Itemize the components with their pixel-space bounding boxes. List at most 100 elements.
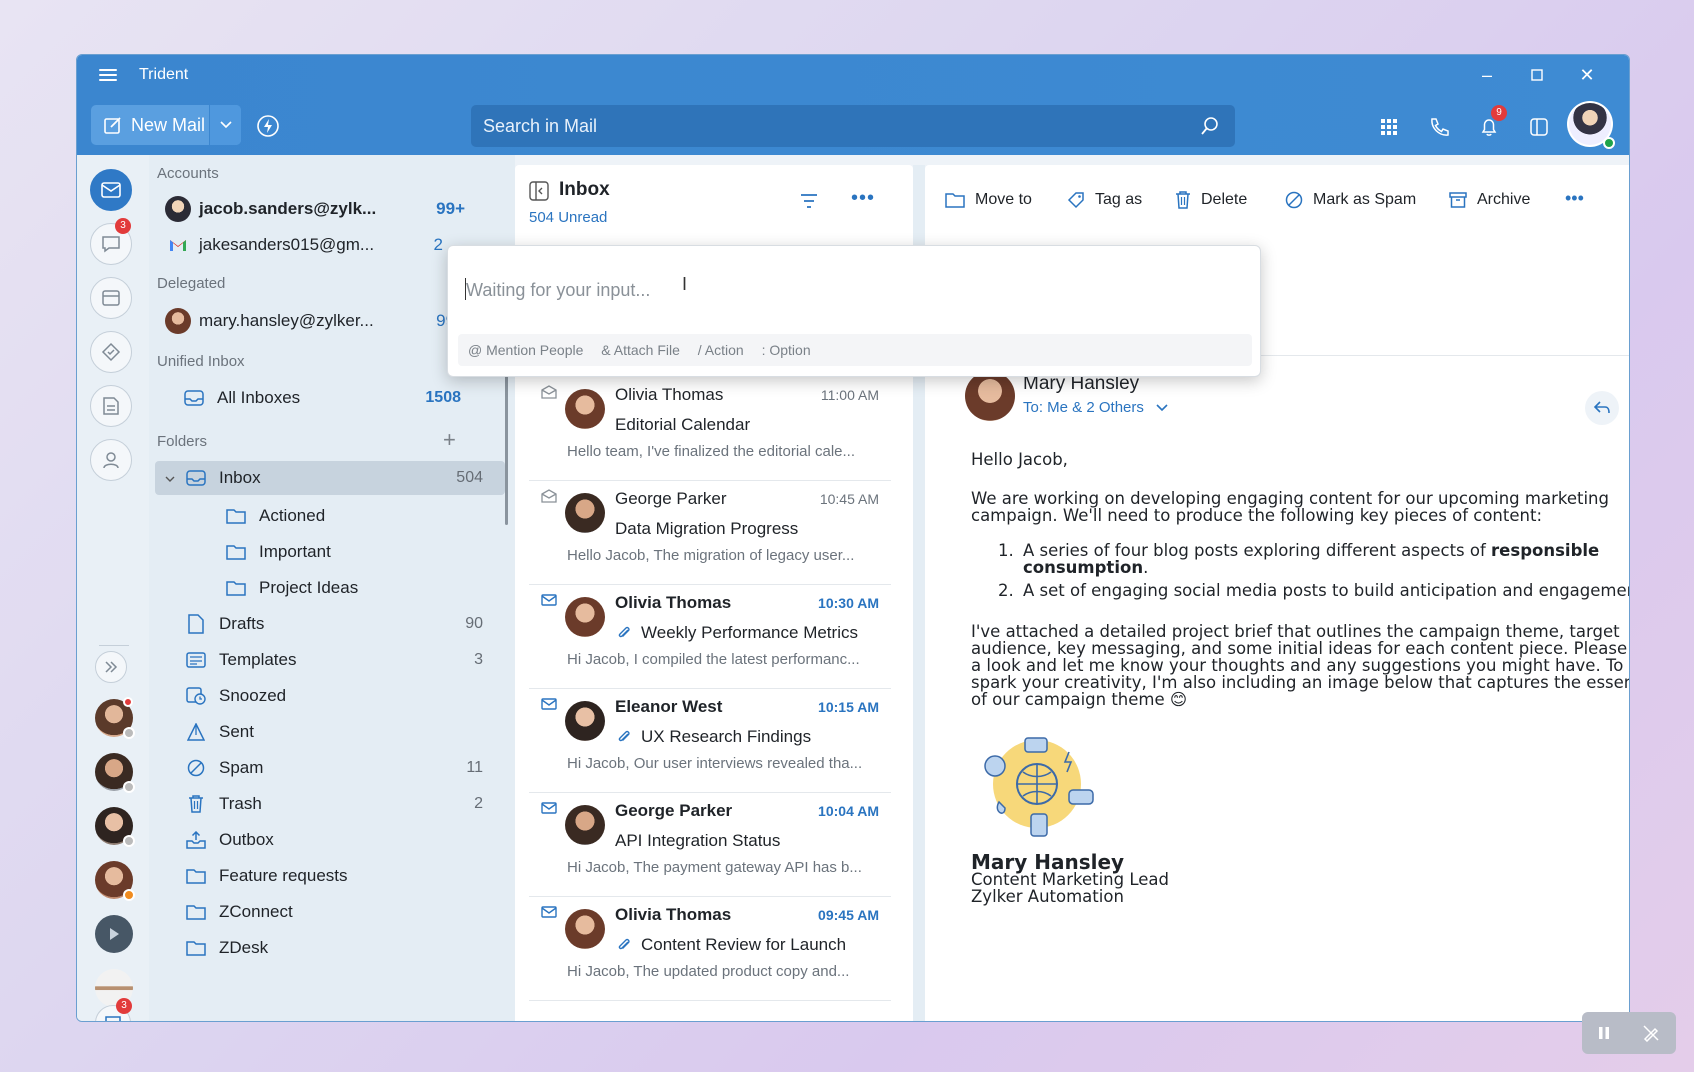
recipients[interactable]: To: Me & 2 Others <box>1023 399 1168 416</box>
folder-label: Inbox <box>219 468 261 487</box>
command-input[interactable]: Waiting for your input... <box>466 280 650 301</box>
tag-as-button[interactable]: Tag as <box>1067 191 1142 209</box>
mail-item[interactable]: George Parker 10:04 AM API Integration S… <box>529 793 891 897</box>
mail-item[interactable]: George Parker 10:45 AM Data Migration Pr… <box>529 481 891 585</box>
more-actions-icon[interactable]: ••• <box>1565 189 1584 207</box>
mail-subject-row: Content Review for Launch <box>615 935 846 955</box>
calendar-app-button[interactable] <box>90 277 132 319</box>
maximize-icon[interactable] <box>1517 63 1557 87</box>
pause-icon[interactable] <box>1598 1026 1610 1040</box>
folder-count: 1508 <box>425 389 461 406</box>
sender-avatar <box>565 597 605 637</box>
hint-attach[interactable]: & Attach File <box>601 342 680 358</box>
mail-item[interactable]: Olivia Thomas 11:00 AM Editorial Calenda… <box>529 377 891 481</box>
more-options-icon[interactable]: ••• <box>851 188 875 208</box>
unread-count[interactable]: 504 Unread <box>529 209 607 226</box>
folder-important[interactable]: Important <box>225 535 505 569</box>
hint-action[interactable]: / Action <box>698 342 744 358</box>
search-icon[interactable] <box>1199 115 1221 137</box>
notes-app-button[interactable] <box>90 385 132 427</box>
mail-item[interactable]: Olivia Thomas 10:30 AM Weekly Performanc… <box>529 585 891 689</box>
bell-icon[interactable]: 9 <box>1475 105 1507 141</box>
lightning-icon <box>257 115 279 137</box>
mail-subject: UX Research Findings <box>641 727 812 746</box>
collapse-panel-icon[interactable] <box>529 181 549 206</box>
contact-avatar[interactable] <box>95 697 135 739</box>
folder-spam[interactable]: Spam 11 <box>185 751 505 785</box>
delete-button[interactable]: Delete <box>1175 191 1247 209</box>
archive-icon <box>1449 192 1467 208</box>
feedback-badge: 3 <box>116 998 132 1014</box>
search-input[interactable]: Search in Mail <box>471 105 1235 147</box>
minimize-icon[interactable]: – <box>1467 63 1507 87</box>
delegated-account-item[interactable]: mary.hansley@zylker... 99+ <box>165 305 465 337</box>
new-mail-button[interactable]: New Mail <box>91 105 241 145</box>
contact-avatar[interactable] <box>95 915 133 953</box>
mail-item[interactable]: Eleanor West 10:15 AM UX Research Findin… <box>529 689 891 793</box>
mail-item[interactable]: Olivia Thomas 09:45 AM Content Review fo… <box>529 897 891 1001</box>
folder-label: Feature requests <box>219 866 348 885</box>
hint-option[interactable]: : Option <box>762 342 811 358</box>
contact-avatar[interactable] <box>95 753 135 793</box>
signature-company: Zylker Automation <box>971 887 1124 906</box>
contact-avatar[interactable] <box>95 807 135 847</box>
chevron-down-icon[interactable] <box>165 469 175 489</box>
mark-as-spam-button[interactable]: Mark as Spam <box>1285 191 1416 209</box>
panel-toggle-icon[interactable] <box>1525 113 1553 141</box>
mail-subject: Weekly Performance Metrics <box>641 623 858 642</box>
all-inboxes-item[interactable]: All Inboxes 1508 <box>183 381 483 415</box>
signature-title: Content Marketing Lead <box>971 870 1169 889</box>
folder-drafts[interactable]: Drafts 90 <box>185 607 505 641</box>
folder-inbox[interactable]: Inbox 504 <box>155 461 505 495</box>
command-input-popup[interactable]: Waiting for your input... I @ Mention Pe… <box>447 245 1261 377</box>
close-icon[interactable]: ✕ <box>1567 63 1607 87</box>
account-count: 99+ <box>436 199 465 218</box>
move-to-button[interactable]: Move to <box>945 191 1032 209</box>
tasks-app-button[interactable] <box>90 331 132 373</box>
folder-actioned[interactable]: Actioned <box>225 499 505 533</box>
search-placeholder: Search in Mail <box>483 116 598 136</box>
chat-app-button[interactable]: 3 <box>90 218 132 265</box>
spam-icon <box>1285 191 1303 209</box>
account-item[interactable]: jakesanders015@gm... 2 <box>165 229 465 261</box>
mark-as-spam-label: Mark as Spam <box>1313 191 1417 208</box>
folder-trash[interactable]: Trash 2 <box>185 787 505 821</box>
mail-snippet: Hello Jacob, The migration of legacy use… <box>567 547 855 564</box>
quick-action-button[interactable] <box>255 113 281 139</box>
delegated-label: Delegated <box>157 275 226 292</box>
reply-button[interactable] <box>1585 391 1619 425</box>
archive-button[interactable]: Archive <box>1449 191 1530 209</box>
folder-feature-requests[interactable]: Feature requests <box>185 859 505 893</box>
chat-icon <box>102 236 120 253</box>
apps-grid-icon[interactable] <box>1375 113 1403 141</box>
mail-app-button[interactable] <box>90 169 132 211</box>
contact-avatar[interactable] <box>95 861 135 901</box>
new-mail-dropdown[interactable] <box>209 105 241 145</box>
folder-snoozed[interactable]: Snoozed <box>185 679 505 713</box>
feedback-button[interactable]: 3 <box>95 998 132 1021</box>
mail-snippet: Hi Jacob, The payment gateway API has b.… <box>567 859 862 876</box>
folder-zconnect[interactable]: ZConnect <box>185 895 505 929</box>
phone-icon[interactable] <box>1425 113 1453 141</box>
new-mail-label: New Mail <box>131 114 206 135</box>
user-avatar[interactable] <box>1567 101 1615 149</box>
draw-off-icon[interactable] <box>1642 1024 1660 1042</box>
filter-icon[interactable] <box>799 193 819 214</box>
folder-sent[interactable]: Sent <box>185 715 505 749</box>
mail-time: 10:15 AM <box>818 699 879 715</box>
folder-zdesk[interactable]: ZDesk <box>185 931 505 965</box>
folder-templates[interactable]: Templates 3 <box>185 643 505 677</box>
chat-badge: 3 <box>115 218 131 234</box>
folder-outbox[interactable]: Outbox <box>185 823 505 857</box>
menu-icon[interactable] <box>99 69 117 82</box>
hint-mention[interactable]: @ Mention People <box>468 342 583 358</box>
chevron-down-icon <box>1156 404 1168 412</box>
mail-sender: George Parker <box>615 801 733 820</box>
mail-icon <box>101 182 121 198</box>
account-item[interactable]: jacob.sanders@zylk... 99+ <box>165 193 465 225</box>
contacts-app-button[interactable] <box>90 439 132 481</box>
i-beam-cursor-icon: I <box>682 274 688 294</box>
expand-rail-button[interactable] <box>95 651 127 683</box>
add-folder-icon[interactable]: + <box>443 427 456 453</box>
folder-project-ideas[interactable]: Project Ideas <box>225 571 505 605</box>
